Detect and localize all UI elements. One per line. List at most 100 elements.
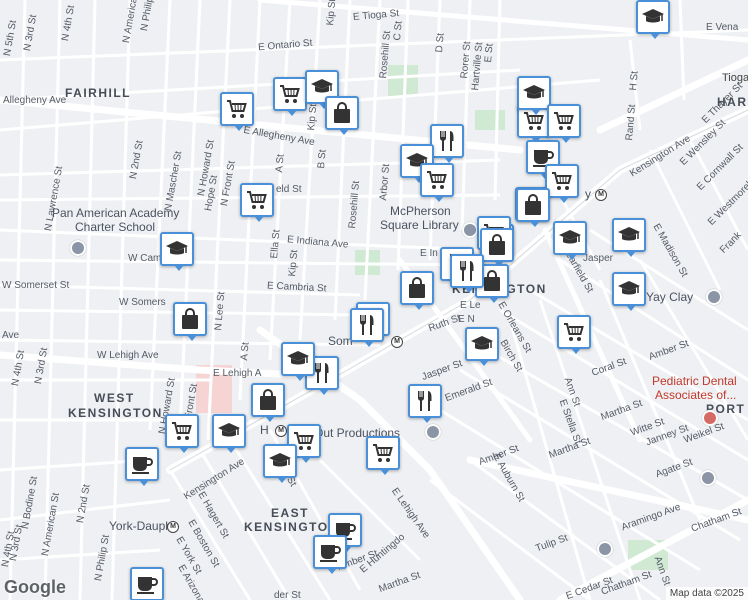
street-e-le: E Le	[460, 300, 481, 311]
metro-station-icon[interactable]: M	[167, 521, 179, 533]
bag-icon	[521, 193, 545, 217]
google-logo: Google	[4, 577, 66, 597]
coffee-marker[interactable]	[313, 535, 347, 574]
school-marker[interactable]	[212, 414, 246, 453]
coffee-marker[interactable]	[130, 567, 164, 600]
restaurant-marker[interactable]	[408, 384, 442, 423]
metro-station-icon[interactable]: M	[275, 425, 287, 437]
place-york-dauphin[interactable]: York-Dauphi	[109, 520, 175, 532]
coffee-marker[interactable]	[125, 447, 159, 486]
place-poi-icon[interactable]	[597, 541, 613, 557]
cart-marker[interactable]	[547, 104, 581, 143]
street-d: D St	[434, 32, 447, 53]
restaurant-marker[interactable]	[450, 254, 484, 293]
street-kip-2: Kip St	[306, 103, 320, 131]
street-e-venango: E Vena	[706, 22, 739, 33]
library-poi-icon[interactable]	[462, 222, 478, 238]
street-w-somerset-2: W Somers	[119, 297, 166, 308]
bag-icon	[256, 388, 280, 412]
school-marker[interactable]	[160, 232, 194, 271]
street-jasper-1: Jasper	[583, 253, 614, 264]
cart-marker[interactable]	[240, 183, 274, 222]
neighborhood-west-kensington: WEST	[94, 391, 135, 405]
street-e-in: E In	[420, 248, 438, 259]
place-mcpherson-2[interactable]: Square Library	[380, 219, 459, 231]
place-mcpherson[interactable]: McPherson	[390, 205, 451, 217]
bag-marker[interactable]	[173, 302, 207, 341]
metro-station-icon[interactable]: M	[595, 189, 607, 201]
street-a-1: A St	[274, 153, 287, 173]
school-marker[interactable]	[263, 444, 297, 483]
street-e-n: E N	[458, 314, 475, 325]
place-somerset-station[interactable]: Som	[328, 335, 353, 347]
school-icon	[217, 419, 241, 443]
cart-marker[interactable]	[420, 163, 454, 202]
place-yay-clay[interactable]: Yay Clay	[646, 291, 693, 303]
street-der: der St	[274, 590, 301, 600]
place-pediatric-dental[interactable]: Pediatric Dental	[652, 375, 737, 387]
transit-poi-icon[interactable]	[700, 470, 716, 486]
street-w-allegheny: Allegheny Ave	[3, 95, 67, 106]
cart-icon	[550, 169, 574, 193]
school-icon	[641, 5, 665, 29]
restaurant-marker[interactable]	[350, 308, 384, 347]
place-pan-american[interactable]: Pan American Academy	[52, 207, 179, 219]
bag-marker[interactable]	[251, 383, 285, 422]
school-marker[interactable]	[465, 327, 499, 366]
metro-station-icon[interactable]: M	[391, 336, 403, 348]
coffee-icon	[135, 572, 159, 596]
cart-icon	[552, 109, 576, 133]
cart-icon	[170, 419, 194, 443]
cart-marker[interactable]	[273, 77, 307, 116]
school-marker[interactable]	[636, 0, 670, 39]
school-icon	[470, 332, 494, 356]
place-allegheny-station[interactable]: y	[585, 188, 591, 200]
cart-marker[interactable]	[545, 164, 579, 203]
cart-marker[interactable]	[220, 92, 254, 131]
street-kip-1: Kip St	[325, 0, 339, 26]
event-poi-icon[interactable]	[425, 424, 441, 440]
school-icon	[165, 237, 189, 261]
street-e: E St	[483, 43, 496, 63]
cart-marker[interactable]	[366, 436, 400, 475]
place-pan-american-2[interactable]: Charter School	[75, 221, 155, 233]
street-w-lehigh: W Lehigh Ave	[97, 350, 159, 361]
school-marker[interactable]	[553, 221, 587, 260]
place-pediatric-dental-2[interactable]: Associates of...	[655, 389, 736, 401]
cart-marker[interactable]	[557, 315, 591, 354]
map-canvas[interactable]: FAIRHILL HARR WEST KENSINGTON KENSINGTON…	[0, 0, 748, 600]
place-huntingdon-station[interactable]: H	[260, 424, 269, 436]
restaurant-icon	[435, 129, 459, 153]
bag-marker[interactable]	[480, 228, 514, 267]
school-marker[interactable]	[612, 218, 646, 257]
school-marker[interactable]	[281, 342, 315, 381]
neighborhood-west-kensington-2: KENSINGTON	[68, 406, 163, 420]
coffee-icon	[318, 540, 342, 564]
cart-icon	[278, 82, 302, 106]
street-kip-3: Kip St	[287, 249, 301, 277]
bag-icon	[178, 307, 202, 331]
school-icon	[268, 449, 292, 473]
bag-marker[interactable]	[325, 96, 359, 135]
cart-icon	[245, 188, 269, 212]
bag-marker[interactable]	[400, 271, 434, 310]
school-icon	[617, 277, 641, 301]
neighborhood-fairhill: FAIRHILL	[65, 86, 131, 100]
map-attribution[interactable]: Map data ©2025	[665, 587, 748, 600]
bag-marker[interactable]	[516, 188, 550, 227]
neighborhood-east-kensington-2: KENSINGTON	[244, 520, 339, 534]
restaurant-marker[interactable]	[430, 124, 464, 163]
restaurant-icon	[413, 389, 437, 413]
street-h: H St	[628, 70, 641, 91]
street-w-somerset: W Somerset St	[2, 280, 70, 291]
school-poi-icon[interactable]	[70, 240, 86, 256]
cart-marker[interactable]	[165, 414, 199, 453]
street-c: C St	[392, 20, 405, 41]
street-field: eld St	[276, 184, 302, 195]
school-icon	[617, 223, 641, 247]
shop-poi-icon[interactable]	[706, 289, 722, 305]
school-marker[interactable]	[517, 76, 551, 115]
bag-icon	[485, 233, 509, 257]
school-marker[interactable]	[612, 272, 646, 311]
street-w-ave: Ave	[2, 330, 20, 341]
